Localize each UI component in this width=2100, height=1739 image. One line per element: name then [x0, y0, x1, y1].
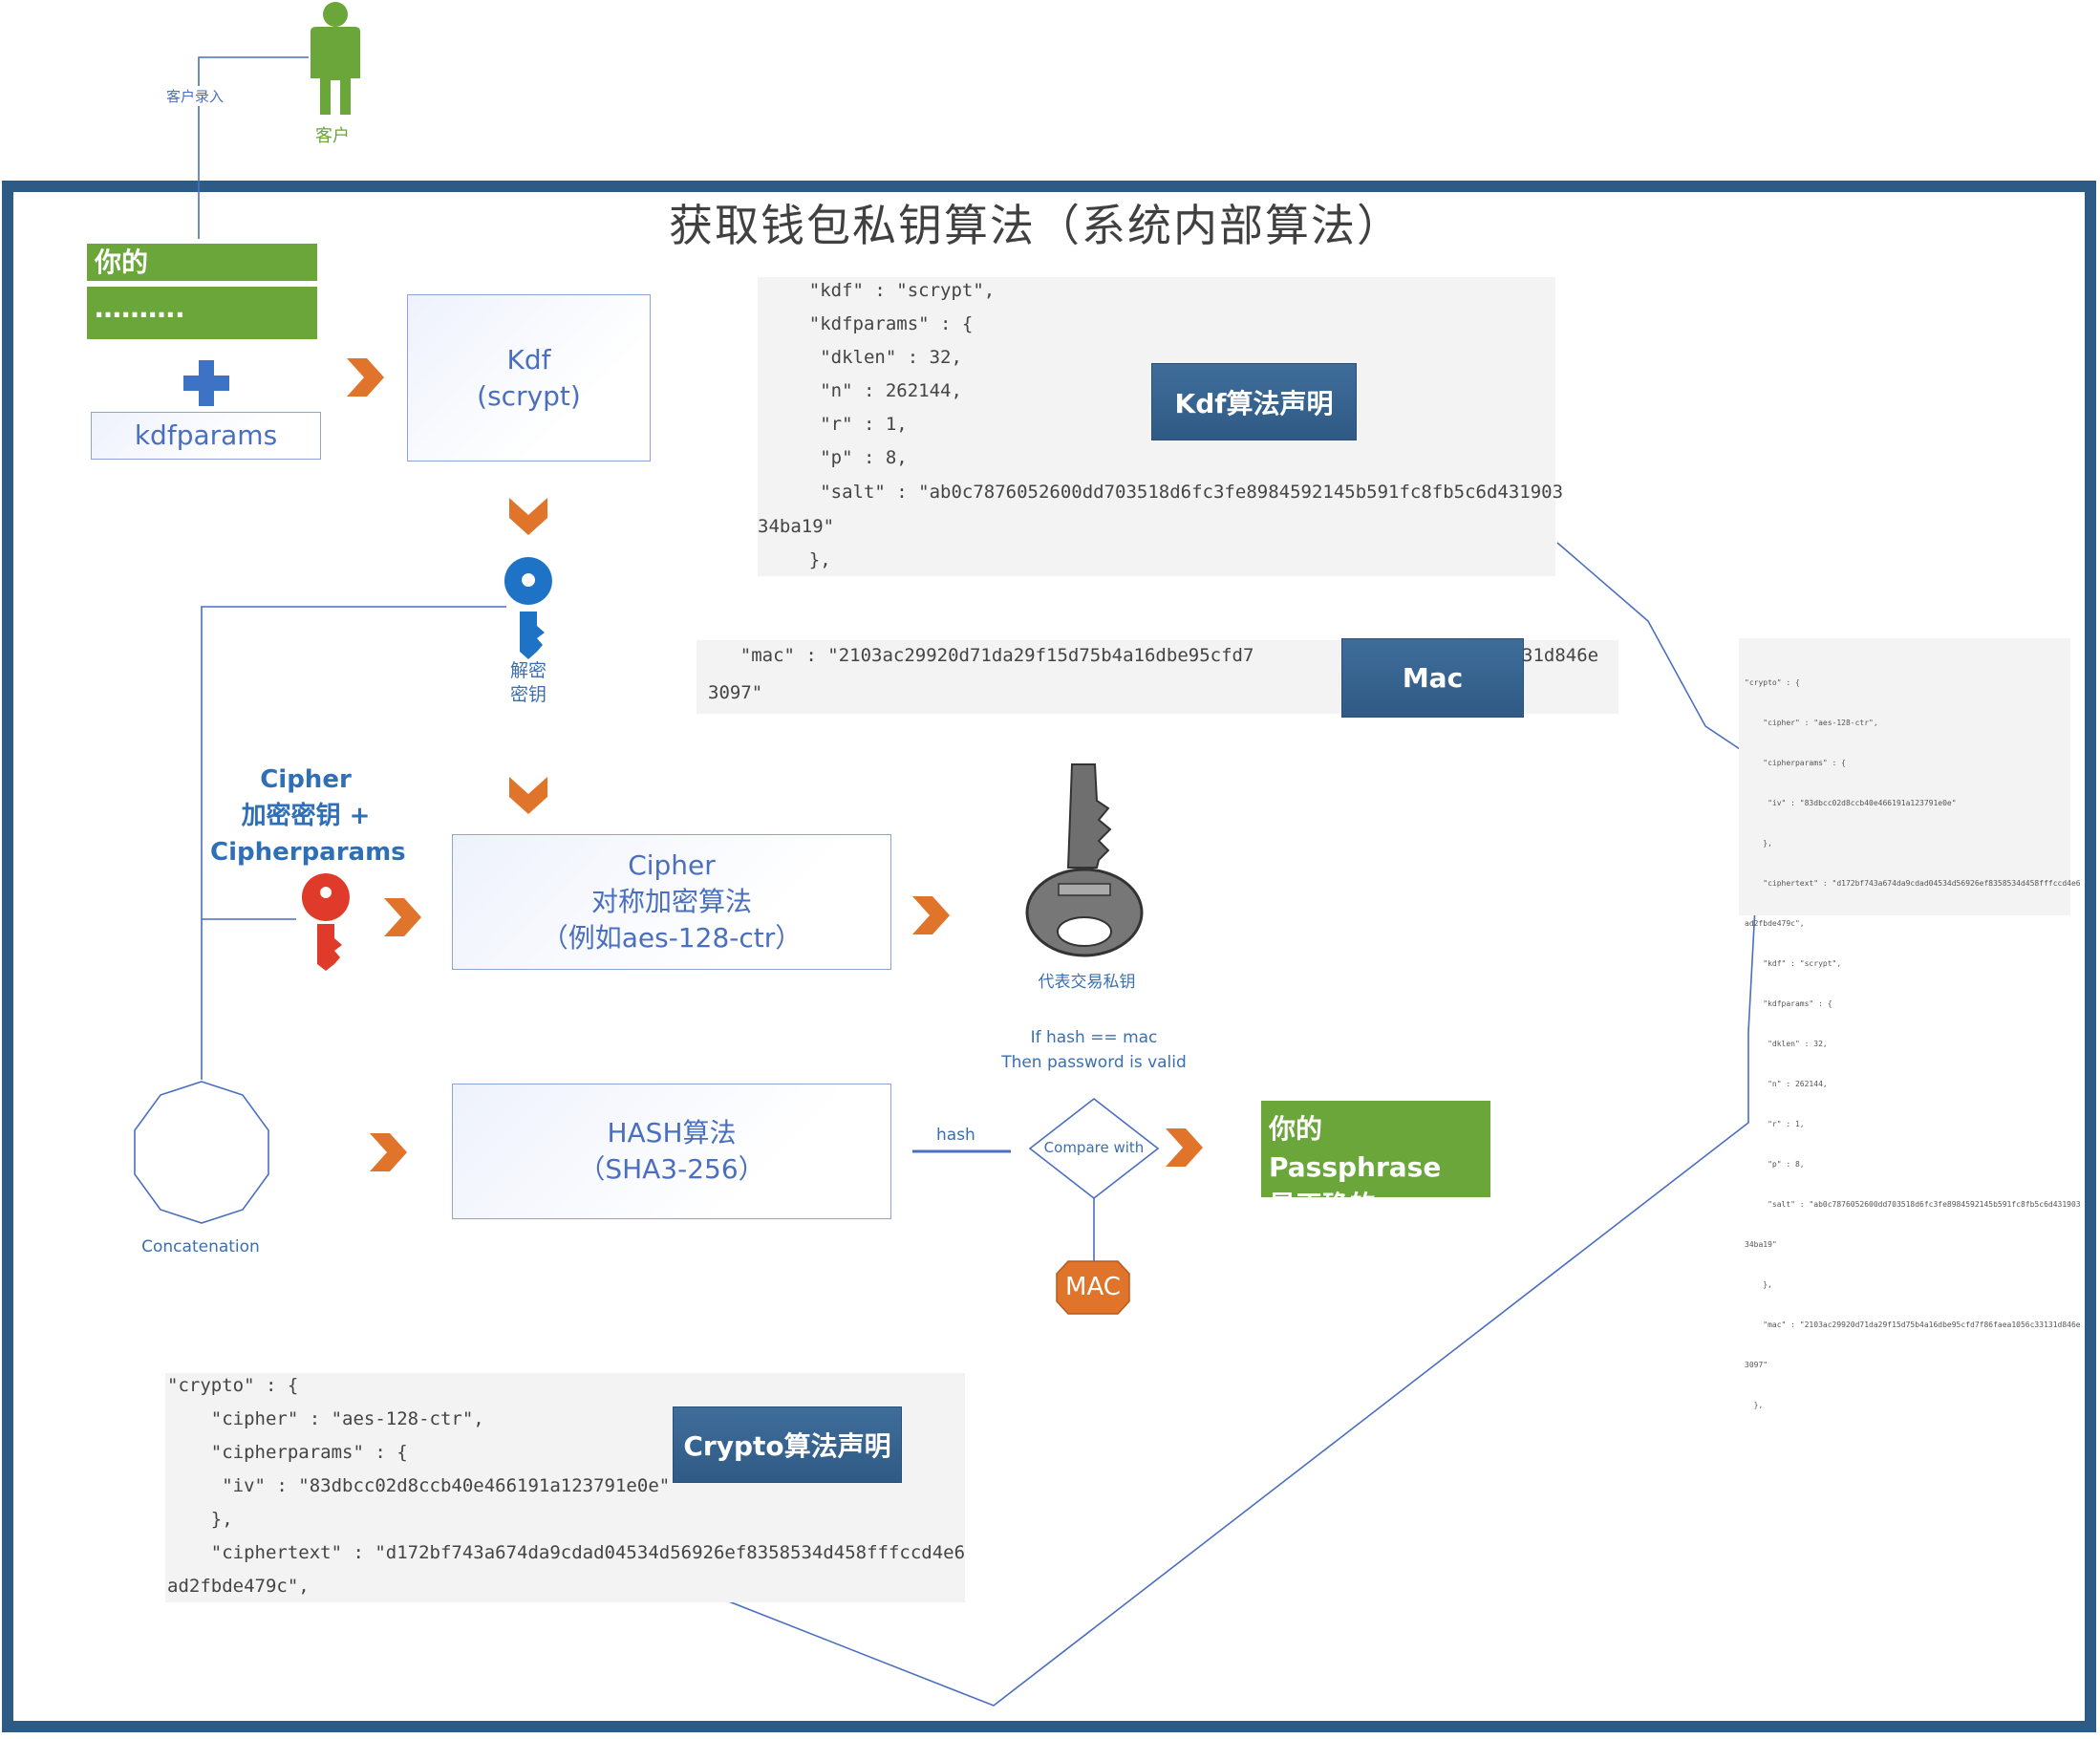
- compare-label: Compare with: [1043, 1139, 1145, 1156]
- code-line: "n" : 262144,: [1745, 1080, 1828, 1088]
- code-line: },: [167, 1509, 233, 1530]
- kdf-line-2: (scrypt): [477, 379, 581, 412]
- passphrase-input[interactable]: ……….: [87, 287, 317, 339]
- cipher-key-line-2: 加密密钥 +: [241, 802, 371, 830]
- cipher-line-3: （例如aes-128-ctr）: [541, 921, 803, 954]
- valid-line-1: 你的Passphrase: [1269, 1113, 1442, 1183]
- code-line: "p" : 8,: [1745, 1160, 1805, 1169]
- hash-line-1: HASH算法: [607, 1117, 737, 1149]
- mac-declaration-label: Mac: [1341, 638, 1524, 718]
- code-line: ad2fbde479c",: [1745, 919, 1805, 928]
- mac-badge-label: MAC: [1065, 1273, 1121, 1301]
- code-line: "cipher" : "aes-128-ctr",: [167, 1408, 484, 1429]
- valid-line-2: 是正确的: [1269, 1190, 1377, 1221]
- hash-label: hash: [936, 1126, 975, 1145]
- kdf-declaration-label: Kdf算法声明: [1151, 363, 1357, 440]
- code-line: },: [765, 549, 831, 570]
- private-key-label: 代表交易私钥: [1038, 973, 1136, 992]
- cipher-box: Cipher 对称加密算法 （例如aes-128-ctr）: [452, 834, 891, 970]
- code-line: "crypto" : {: [1745, 678, 1800, 687]
- passphrase-title-box: 你的Passphrase: [87, 244, 317, 315]
- cipher-line-1: Cipher: [628, 849, 716, 882]
- crypto-declaration-label: Crypto算法声明: [673, 1406, 902, 1483]
- cipher-line-2: 对称加密算法: [590, 886, 752, 918]
- cipher-key-line-1: Cipher: [260, 765, 352, 794]
- chevron-right-icon: [384, 898, 421, 936]
- code-line: 3097": [708, 682, 763, 703]
- code-line: "kdfparams" : {: [765, 313, 974, 334]
- page-title: 获取钱包私钥算法（系统内部算法）: [669, 200, 1403, 251]
- code-line: 31d846e: [1522, 645, 1599, 666]
- chevron-right-icon: [1166, 1128, 1203, 1167]
- code-line: "kdf" : "scrypt",: [1745, 959, 1842, 968]
- full-code-text: "crypto" : { "cipher" : "aes-128-ctr", "…: [1745, 650, 2081, 1439]
- code-line: "cipherparams" : {: [167, 1442, 408, 1463]
- plus-icon: [183, 360, 229, 406]
- customer-entry-label: 客户录入: [164, 86, 226, 106]
- customer-label: 客户: [315, 126, 350, 146]
- customer-entry-line: [198, 56, 309, 239]
- cipher-key-line-3: Cipherparams: [210, 838, 406, 867]
- condition-line-2: Then password is valid: [1001, 1053, 1187, 1072]
- concatenation-label: Concatenation: [141, 1237, 260, 1256]
- code-line: 34ba19": [1745, 1240, 1777, 1249]
- code-line: "cipher" : "aes-128-ctr",: [1745, 719, 1878, 727]
- kdf-line-1: Kdf: [506, 343, 551, 376]
- full-crypto-code-block: "crypto" : { "cipher" : "aes-128-ctr", "…: [1739, 638, 2081, 1409]
- code-line: "iv" : "83dbcc02d8ccb40e466191a123791e0e…: [1745, 799, 1957, 807]
- blue-key-icon: [504, 557, 552, 659]
- code-line: "iv" : "83dbcc02d8ccb40e466191a123791e0e…: [167, 1475, 671, 1496]
- private-key-icon: [1019, 758, 1156, 960]
- code-line: "ciphertext" : "d172bf743a674da9cdad0453…: [167, 1542, 966, 1563]
- condition-line-1: If hash == mac: [1030, 1028, 1158, 1047]
- code-line: },: [1745, 1401, 1764, 1409]
- code-line: "r" : 1,: [1745, 1120, 1805, 1128]
- hash-line-2: （SHA3-256）: [578, 1153, 765, 1185]
- code-line: "salt" : "ab0c7876052600dd703518d6fc3fe8…: [1745, 1200, 2081, 1209]
- chevron-right-icon: [370, 1133, 407, 1171]
- chevron-down-icon: [509, 777, 547, 814]
- hash-box: HASH算法 （SHA3-256）: [452, 1084, 891, 1219]
- code-line: "cipherparams" : {: [1745, 759, 1846, 767]
- cipher-key-label: Cipher 加密密钥 + Cipherparams: [210, 762, 406, 870]
- decrypt-key-line-1: 解密: [509, 660, 546, 681]
- code-line: "p" : 8,: [765, 447, 908, 468]
- kdfparams-box: kdfparams: [91, 412, 321, 460]
- code-line: "dklen" : 32,: [765, 347, 962, 368]
- decrypt-key-line-2: 密钥: [509, 684, 546, 705]
- code-line: "kdfparams" : {: [1745, 999, 1832, 1008]
- code-line: "dklen" : 32,: [1745, 1040, 1828, 1048]
- code-line: },: [1745, 1280, 1772, 1289]
- code-line: 3097": [1745, 1361, 1768, 1369]
- concatenation-shape: [134, 1081, 269, 1224]
- code-line: },: [1745, 839, 1772, 848]
- decrypt-key-label: 解密 密钥: [506, 659, 550, 707]
- red-key-icon: [301, 873, 350, 971]
- chevron-right-icon: [912, 896, 950, 934]
- kdf-box: Kdf (scrypt): [407, 294, 651, 462]
- code-line: "mac" : "2103ac29920d71da29f15d75b4a16db…: [1745, 1320, 2081, 1329]
- code-line: 34ba19": [758, 516, 835, 537]
- code-line: "ciphertext" : "d172bf743a674da9cdad0453…: [1745, 879, 2081, 888]
- chevron-right-icon: [347, 358, 384, 397]
- code-line: "crypto" : {: [167, 1375, 299, 1396]
- code-line: "n" : 262144,: [765, 380, 962, 401]
- code-line: "mac" : "2103ac29920d71da29f15d75b4a16db…: [696, 645, 1254, 666]
- code-line: "kdf" : "scrypt",: [765, 280, 996, 301]
- chevron-down-icon: [509, 498, 547, 535]
- kdfparams-label: kdfparams: [134, 419, 278, 452]
- code-line: ad2fbde479c",: [167, 1576, 310, 1597]
- code-line: "r" : 1,: [765, 414, 908, 435]
- passphrase-valid-box: 你的Passphrase 是正确的: [1261, 1101, 1490, 1221]
- code-line: "salt" : "ab0c7876052600dd703518d6fc3fe8…: [765, 482, 1564, 503]
- condition-text: If hash == mac Then password is valid: [984, 1025, 1204, 1075]
- customer-person-icon: [311, 2, 360, 115]
